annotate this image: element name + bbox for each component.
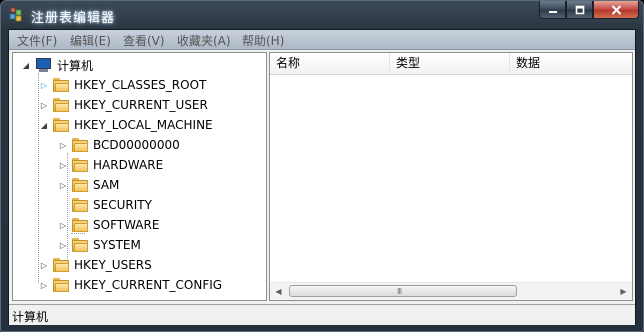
collapse-triangle-icon[interactable]: ◢ [39, 120, 49, 130]
window-title: 注册表编辑器 [31, 11, 116, 26]
tree-item-label: BCD00000000 [93, 138, 180, 152]
tree-item-label: HKEY_USERS [74, 258, 152, 272]
tree-item-hardware[interactable]: ▷ HARDWARE [58, 155, 163, 175]
chevron-right-icon: ▶ [620, 287, 627, 296]
tree-item-software[interactable]: ▷ SOFTWARE [58, 215, 159, 235]
registry-editor-window: 注册表编辑器 文件(F) 编辑(E) 查看(V) 收藏夹(A) 帮助(H) ◢ … [0, 0, 644, 332]
caption-buttons [539, 1, 639, 20]
client-area: 文件(F) 编辑(E) 查看(V) 收藏夹(A) 帮助(H) ◢ 计算机 ▷ H… [8, 29, 636, 325]
chevron-left-icon: ◀ [275, 287, 282, 296]
minimize-icon [548, 10, 557, 13]
folder-icon [72, 138, 88, 152]
folder-icon [72, 218, 88, 232]
column-header-type[interactable]: 类型 [390, 53, 510, 74]
expand-triangle-icon[interactable]: ▷ [39, 260, 49, 270]
tree-item-current-config[interactable]: ▷ HKEY_CURRENT_CONFIG [39, 275, 222, 295]
folder-icon [72, 238, 88, 252]
menu-file[interactable]: 文件(F) [17, 32, 57, 49]
tree-item-label: HKEY_CURRENT_USER [74, 98, 208, 112]
value-list[interactable]: 名称 类型 数据 ◀ III ▶ [269, 52, 633, 301]
tree-item-label: HKEY_CLASSES_ROOT [74, 78, 207, 92]
folder-icon [72, 198, 88, 212]
status-bar: 计算机 [9, 304, 635, 325]
tree-item-label: SAM [93, 178, 120, 192]
menu-help[interactable]: 帮助(H) [242, 32, 284, 49]
menu-favorites[interactable]: 收藏夹(A) [177, 32, 231, 49]
list-header: 名称 类型 数据 [270, 53, 632, 75]
minimize-button[interactable] [539, 1, 566, 19]
maximize-button[interactable] [566, 1, 593, 19]
computer-icon [35, 57, 52, 73]
expand-triangle-icon[interactable]: ▷ [58, 240, 68, 250]
title-bar[interactable]: 注册表编辑器 [1, 1, 643, 29]
tree-item-label: 计算机 [57, 58, 94, 73]
folder-icon [72, 178, 88, 192]
close-button[interactable] [593, 1, 639, 19]
registry-editor-icon [9, 7, 22, 22]
folder-icon [53, 278, 69, 292]
tree-item-system[interactable]: ▷ SYSTEM [58, 235, 141, 255]
scroll-left-button[interactable]: ◀ [270, 283, 287, 300]
close-icon [611, 4, 621, 15]
tree-item-users[interactable]: ▷ HKEY_USERS [39, 255, 152, 275]
thumb-grip: III [397, 287, 402, 296]
tree-item-label: HARDWARE [93, 158, 164, 172]
tree-item-label: SYSTEM [93, 238, 141, 252]
folder-icon [53, 98, 69, 112]
menu-bar: 文件(F) 编辑(E) 查看(V) 收藏夹(A) 帮助(H) [9, 30, 635, 50]
tree-item-current-user[interactable]: ▷ HKEY_CURRENT_USER [39, 95, 208, 115]
maximize-icon [575, 5, 584, 14]
expand-triangle-icon[interactable]: ▷ [58, 140, 68, 150]
column-header-data[interactable]: 数据 [510, 53, 632, 74]
menu-edit[interactable]: 编辑(E) [70, 32, 111, 49]
expand-triangle-icon[interactable]: ▷ [39, 100, 49, 110]
tree-item-security[interactable]: SECURITY [58, 195, 152, 215]
collapse-triangle-icon[interactable]: ◢ [21, 60, 31, 70]
folder-icon [53, 78, 69, 92]
tree-item-label: HKEY_LOCAL_MACHINE [74, 118, 213, 132]
expand-triangle-icon[interactable]: ▷ [39, 80, 49, 90]
expand-triangle-icon[interactable]: ▷ [39, 280, 49, 290]
tree-item-classes-root[interactable]: ▷ HKEY_CLASSES_ROOT [39, 75, 206, 95]
tree-item-label: HKEY_CURRENT_CONFIG [74, 278, 223, 292]
expand-triangle-icon[interactable]: ▷ [58, 220, 68, 230]
menu-view[interactable]: 查看(V) [123, 32, 165, 49]
key-tree[interactable]: ◢ 计算机 ▷ HKEY_CLASSES_ROOT ▷ HKEY_CURRENT… [12, 52, 267, 301]
column-header-name[interactable]: 名称 [270, 53, 390, 74]
expand-triangle-icon[interactable]: ▷ [58, 160, 68, 170]
scrollbar-thumb[interactable]: III [289, 285, 517, 297]
tree-item-sam[interactable]: ▷ SAM [58, 175, 119, 195]
tree-item-computer[interactable]: ◢ 计算机 [21, 55, 93, 75]
folder-icon [53, 258, 69, 272]
folder-icon [72, 158, 88, 172]
tree-item-label: SOFTWARE [93, 218, 160, 232]
horizontal-scrollbar[interactable]: ◀ III ▶ [270, 282, 632, 300]
tree-item-local-machine[interactable]: ◢ HKEY_LOCAL_MACHINE [39, 115, 213, 135]
folder-icon [53, 118, 69, 132]
tree-item-label: SECURITY [93, 198, 152, 212]
expand-triangle-icon[interactable]: ▷ [58, 180, 68, 190]
status-path: 计算机 [12, 310, 49, 324]
scroll-right-button[interactable]: ▶ [615, 283, 632, 300]
tree-item-bcd[interactable]: ▷ BCD00000000 [58, 135, 180, 155]
